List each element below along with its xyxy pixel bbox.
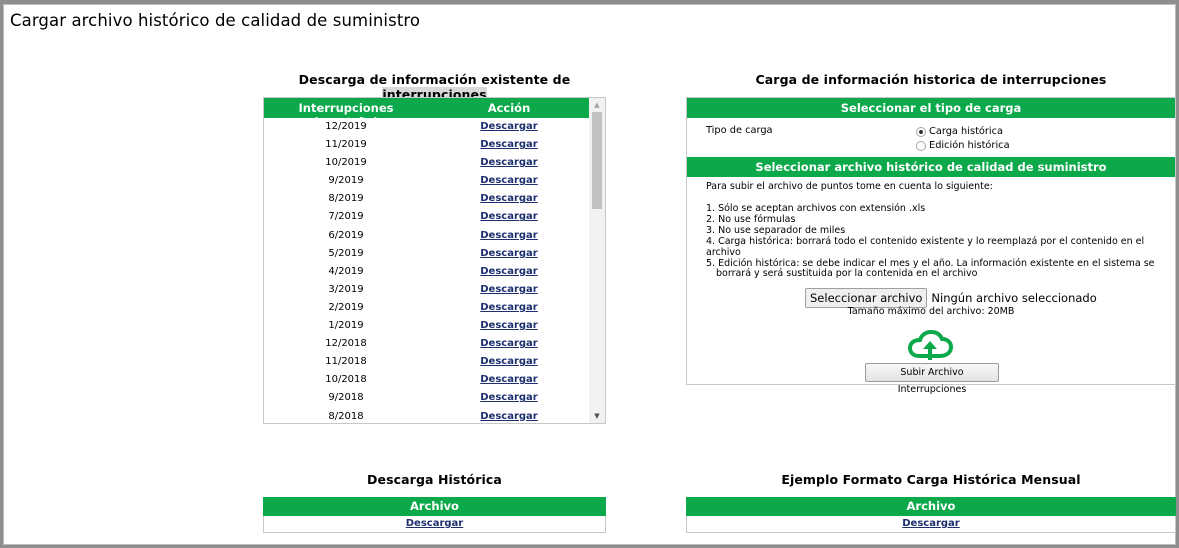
- download-link[interactable]: Descargar: [428, 121, 590, 132]
- table-scrollbar[interactable]: ▲ ▼: [589, 98, 605, 423]
- load-type-header: Seleccionar el tipo de carga: [687, 98, 1175, 118]
- scroll-thumb[interactable]: [592, 112, 602, 209]
- interruptions-history-table: Interrupciones (mes/año) Acción 12/2019 D…: [263, 97, 606, 424]
- download-link[interactable]: Descargar: [428, 139, 590, 150]
- instructions-list: 1. Sólo se aceptan archivos con extensió…: [706, 203, 1166, 280]
- instructions-intro: Para subir el archivo de puntos tome en …: [706, 181, 993, 192]
- table-row: 12/2018 Descargar: [264, 335, 590, 353]
- table-row: 4/2019 Descargar: [264, 263, 590, 281]
- period-cell: 3/2019: [328, 283, 364, 295]
- table-row: 9/2019 Descargar: [264, 172, 590, 190]
- period-cell: 8/2018: [328, 410, 364, 422]
- no-file-text: Ningún archivo seleccionado: [931, 291, 1097, 305]
- table-row: 7/2019 Descargar: [264, 208, 590, 226]
- download-link[interactable]: Descargar: [428, 338, 590, 349]
- table-row: 8/2019 Descargar: [264, 190, 590, 208]
- period-cell: 11/2019: [325, 139, 367, 151]
- period-cell: 2/2019: [328, 301, 364, 313]
- download-link[interactable]: Descargar: [428, 157, 590, 168]
- period-cell: 4/2019: [328, 265, 364, 277]
- period-cell: 8/2019: [328, 193, 364, 205]
- table-header: Interrupciones (mes/año) Acción: [264, 98, 590, 129]
- radio-button[interactable]: [916, 140, 926, 151]
- table-row: 10/2019 Descargar: [264, 154, 590, 172]
- table-row: 11/2018 Descargar: [264, 353, 590, 371]
- period-cell: 12/2018: [325, 338, 367, 350]
- download-link[interactable]: Descargar: [428, 302, 590, 313]
- period-cell: 12/2019: [325, 121, 367, 132]
- scroll-up-arrow-icon[interactable]: ▲: [589, 98, 605, 112]
- download-link[interactable]: Descargar: [428, 284, 590, 295]
- max-file-size: Tamaño máximo del archivo: 20MB: [847, 306, 1015, 317]
- period-cell: 1/2019: [328, 320, 364, 332]
- rule-item: 4. Carga histórica: borrará todo el cont…: [706, 235, 1145, 258]
- download-link[interactable]: Descargar: [428, 211, 590, 222]
- file-input[interactable]: Seleccionar archivo Ningún archivo selec…: [805, 288, 1097, 308]
- table-row: 5/2019 Descargar: [264, 245, 590, 263]
- table-row: 11/2019 Descargar: [264, 136, 590, 154]
- load-type-label: Tipo de carga: [706, 125, 773, 136]
- upload-section-title: Carga de información historica de interr…: [755, 72, 1107, 87]
- cloud-upload-icon: [907, 329, 954, 360]
- radio-button[interactable]: [916, 126, 926, 137]
- period-cell: 9/2018: [328, 392, 364, 404]
- period-cell: 7/2019: [328, 211, 364, 223]
- table-row: 12/2019 Descargar: [264, 118, 590, 136]
- scroll-down-arrow-icon[interactable]: ▼: [589, 409, 605, 423]
- table-row: 9/2018 Descargar: [264, 389, 590, 407]
- download-link[interactable]: Descargar: [428, 320, 590, 331]
- table-row: 3/2019 Descargar: [264, 281, 590, 299]
- period-cell: 11/2018: [325, 356, 367, 368]
- historic-download-header: Archivo: [263, 497, 606, 516]
- table-row: 8/2018 Descargar: [264, 408, 590, 424]
- table-row: 1/2019 Descargar: [264, 317, 590, 335]
- download-link[interactable]: Descargar: [428, 266, 590, 277]
- download-link[interactable]: Descargar: [428, 230, 590, 241]
- period-cell: 6/2019: [328, 229, 364, 241]
- download-link[interactable]: Descargar: [428, 175, 590, 186]
- historic-download-title: Descarga Histórica: [367, 472, 502, 487]
- example-format-row: Descargar: [686, 516, 1176, 533]
- upload-panel: Seleccionar el tipo de carga Tipo de car…: [686, 97, 1176, 395]
- page-title: Cargar archivo histórico de calidad de s…: [10, 11, 421, 30]
- upload-interruptions-button[interactable]: Subir Archivo Interrupciones: [865, 363, 999, 395]
- table-row: 6/2019 Descargar: [264, 227, 590, 245]
- download-link[interactable]: Descargar: [428, 248, 590, 259]
- example-format-header: Archivo: [686, 497, 1176, 516]
- table-row: 2/2019 Descargar: [264, 299, 590, 317]
- file-select-header: Seleccionar archivo histórico de calidad…: [687, 157, 1175, 177]
- table-row: 10/2018 Descargar: [264, 371, 590, 389]
- period-cell: 10/2018: [325, 374, 367, 386]
- period-cell: 10/2019: [325, 157, 367, 169]
- column-header-action: Acción: [487, 101, 531, 115]
- download-link[interactable]: Descargar: [428, 411, 590, 422]
- download-link[interactable]: Descargar: [428, 374, 590, 385]
- table-body: 12/2019 Descargar 11/2019 Descargar 10/2019 D…: [264, 118, 590, 424]
- example-format-link[interactable]: Descargar: [902, 518, 959, 529]
- historic-download-row: Descargar: [263, 516, 606, 533]
- example-format-title: Ejemplo Formato Carga Histórica Mensual: [781, 472, 1081, 487]
- download-link[interactable]: Descargar: [428, 356, 590, 367]
- period-cell: 9/2019: [328, 175, 364, 187]
- download-section-title-prefix: Descarga de información existente de: [298, 72, 571, 87]
- rule-item: borrará y será sustituida por la conteni…: [716, 268, 978, 280]
- period-cell: 5/2019: [328, 247, 364, 259]
- download-link[interactable]: Descargar: [428, 193, 590, 204]
- radio-historic-load[interactable]: Carga histórica: [916, 126, 1003, 137]
- radio-historic-edit[interactable]: Edición histórica: [916, 140, 1010, 151]
- historic-download-link[interactable]: Descargar: [406, 518, 463, 529]
- select-file-button[interactable]: Seleccionar archivo: [805, 288, 928, 308]
- radio-label: Edición histórica: [929, 140, 1010, 151]
- download-link[interactable]: Descargar: [428, 392, 590, 403]
- radio-label: Carga histórica: [929, 126, 1004, 137]
